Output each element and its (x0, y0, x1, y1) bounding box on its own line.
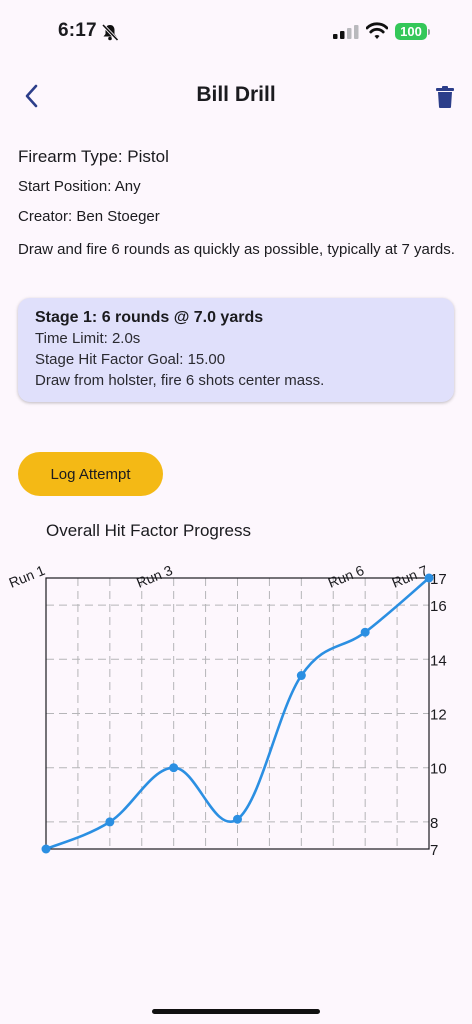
trash-icon (436, 86, 454, 108)
stage-instructions: Draw from holster, fire 6 shots center m… (35, 372, 325, 389)
stage-card: Stage 1: 6 rounds @ 7.0 yards Time Limit… (18, 298, 454, 402)
stage-goal: Stage Hit Factor Goal: 15.00 (35, 351, 226, 368)
signal-icon (333, 25, 359, 39)
y-tick-label: 16 (430, 598, 447, 615)
stage-time-limit: Time Limit: 2.0s (35, 330, 141, 347)
hit-factor-chart: 781012141617Run 1 Run 3 Run 6 Run 7 (6, 562, 447, 859)
battery-indicator: 100 (395, 23, 427, 40)
page-title: Bill Drill (196, 83, 276, 106)
y-tick-label: 8 (430, 815, 438, 832)
data-point (233, 814, 242, 824)
bell-slash-icon (101, 23, 119, 42)
y-tick-label: 12 (430, 707, 447, 724)
status-time: 6:17 (58, 20, 97, 41)
chart-title: Overall Hit Factor Progress (46, 521, 251, 540)
battery-tip (428, 29, 430, 35)
start-position: Start Position: Any (18, 178, 141, 195)
x-tick-label: Run 1 (6, 562, 47, 591)
data-point (296, 671, 306, 681)
data-point (360, 627, 370, 637)
y-tick-label: 7 (430, 842, 438, 859)
y-tick-label: 10 (430, 761, 447, 778)
data-point (105, 817, 115, 827)
stage-title: Stage 1: 6 rounds @ 7.0 yards (35, 309, 264, 326)
data-point (41, 844, 51, 854)
delete-button[interactable] (433, 84, 457, 110)
home-indicator (152, 1009, 320, 1014)
data-point (424, 573, 434, 583)
wifi-icon (366, 22, 388, 39)
y-tick-label: 14 (430, 652, 447, 669)
creator: Creator: Ben Stoeger (18, 208, 160, 225)
data-point (169, 763, 179, 773)
firearm-type: Firearm Type: Pistol (18, 147, 169, 166)
drill-description: Draw and fire 6 rounds as quickly as pos… (18, 241, 455, 258)
log-attempt-button[interactable]: Log Attempt (18, 452, 163, 496)
